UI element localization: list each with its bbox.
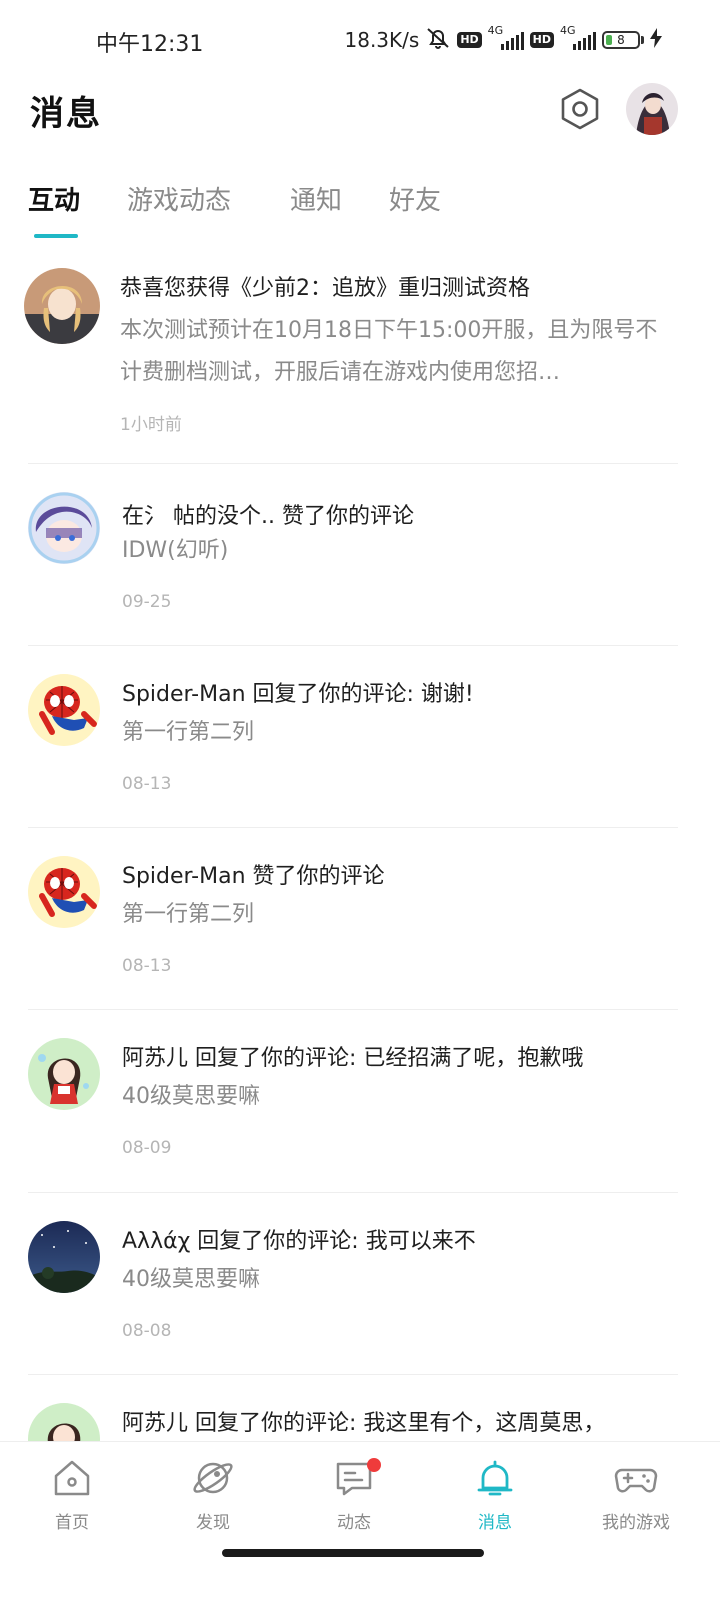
status-time: 中午12:31 — [96, 32, 204, 57]
battery-icon: 8 — [602, 31, 644, 49]
signal-icon: 4G — [560, 24, 596, 52]
mute-icon — [425, 26, 451, 55]
message-body: IDW(幻听) — [122, 538, 229, 563]
notification-badge — [367, 1458, 381, 1472]
avatar — [28, 1221, 100, 1293]
signal-icon: 4G — [488, 24, 524, 52]
list-item[interactable]: Αλλάχ 回复了你的评论: 我可以来不 40级莫思要嘛 08-08 — [0, 1219, 720, 1379]
avatar — [28, 1403, 100, 1441]
message-time: 08-09 — [122, 1138, 172, 1158]
message-title: 阿苏儿 回复了你的评论: 已经招满了呢，抱歉哦 — [122, 1046, 584, 1071]
divider — [28, 1374, 678, 1375]
settings-hex-icon — [561, 88, 599, 130]
message-time: 08-13 — [122, 956, 172, 976]
avatar — [28, 674, 100, 746]
divider — [28, 463, 678, 464]
hd-badge: HD — [529, 32, 554, 48]
nav-feed[interactable]: 动态 — [282, 1442, 426, 1546]
nav-messages[interactable]: 消息 — [423, 1442, 567, 1546]
nav-home[interactable]: 首页 — [0, 1442, 144, 1546]
home-indicator[interactable] — [222, 1549, 484, 1557]
nav-label: 我的游戏 — [602, 1513, 670, 1533]
divider — [28, 827, 678, 828]
message-time: 09-25 — [122, 592, 172, 612]
list-item[interactable]: Spider-Man 回复了你的评论: 谢谢! 第一行第二列 08-13 — [0, 672, 720, 832]
avatar — [28, 856, 100, 928]
bottom-navigation: 首页 发现 动态 消息 我的游戏 — [0, 1441, 720, 1546]
nav-label: 首页 — [55, 1513, 89, 1533]
message-title: 恭喜您获得《少前2：追放》重归测试资格 — [120, 276, 530, 301]
tab-game-news[interactable]: 游戏动态 — [127, 180, 231, 217]
battery-level: 8 — [617, 33, 625, 47]
avatar — [28, 1038, 100, 1110]
message-title: Spider-Man 赞了你的评论 — [122, 864, 385, 889]
status-indicators: 18.3K/s HD 4G HD 4G 8 — [344, 24, 662, 55]
status-bar: 中午12:31 18.3K/s HD 4G HD 4G 8 — [0, 0, 720, 80]
message-title: Αλλάχ 回复了你的评论: 我可以来不 — [122, 1229, 476, 1254]
list-item[interactable]: Spider-Man 赞了你的评论 第一行第二列 08-13 — [0, 854, 720, 1014]
message-body: 第一行第二列 — [122, 902, 255, 927]
tab-friends[interactable]: 好友 — [389, 180, 441, 217]
message-body: 40级莫思要嘛 — [122, 1267, 260, 1292]
message-body: 本次测试预计在10月18日下午15:00开服，且为限号不计费删档测试，开服后请在… — [120, 318, 658, 385]
charging-icon — [650, 27, 662, 53]
message-title: Spider-Man 回复了你的评论: 谢谢! — [122, 682, 474, 707]
nav-my-games[interactable]: 我的游戏 — [564, 1442, 708, 1546]
message-title: 在氵 帖的没个.. 赞了你的评论 — [122, 504, 414, 529]
page-title: 消息 — [30, 94, 102, 134]
list-item[interactable]: 恭喜您获得《少前2：追放》重归测试资格 本次测试预计在10月18日下午15:00… — [0, 262, 720, 462]
hd-badge: HD — [457, 32, 482, 48]
list-item[interactable]: 阿苏儿 回复了你的评论: 我这里有个，这周莫思， — [0, 1401, 720, 1441]
discover-icon — [193, 1462, 233, 1494]
nav-label: 消息 — [478, 1513, 512, 1533]
divider — [28, 1009, 678, 1010]
message-time: 08-13 — [122, 774, 172, 794]
tab-notifications[interactable]: 通知 — [290, 180, 342, 217]
list-item[interactable]: 阿苏儿 回复了你的评论: 已经招满了呢，抱歉哦 40级莫思要嘛 08-09 — [0, 1036, 720, 1196]
list-item[interactable]: 在氵 帖的没个.. 赞了你的评论 IDW(幻听) 09-25 — [0, 488, 720, 648]
gamepad-icon — [614, 1468, 658, 1493]
divider — [28, 645, 678, 646]
profile-avatar[interactable] — [626, 83, 678, 135]
home-icon — [54, 1460, 90, 1496]
avatar — [24, 268, 100, 344]
network-speed: 18.3K/s — [344, 28, 420, 52]
active-tab-indicator — [34, 234, 78, 238]
message-body: 40级莫思要嘛 — [122, 1084, 260, 1109]
message-body: 第一行第二列 — [122, 720, 255, 745]
avatar — [28, 492, 100, 564]
divider — [28, 1192, 678, 1193]
message-time: 08-08 — [122, 1321, 172, 1341]
bell-icon — [477, 1460, 513, 1496]
tab-interaction[interactable]: 互动 — [28, 180, 80, 217]
settings-button[interactable] — [558, 87, 602, 131]
message-title: 阿苏儿 回复了你的评论: 我这里有个，这周莫思， — [122, 1411, 606, 1436]
nav-label: 动态 — [337, 1513, 371, 1533]
nav-label: 发现 — [196, 1513, 230, 1533]
message-time: 1小时前 — [120, 415, 182, 435]
nav-discover[interactable]: 发现 — [141, 1442, 285, 1546]
